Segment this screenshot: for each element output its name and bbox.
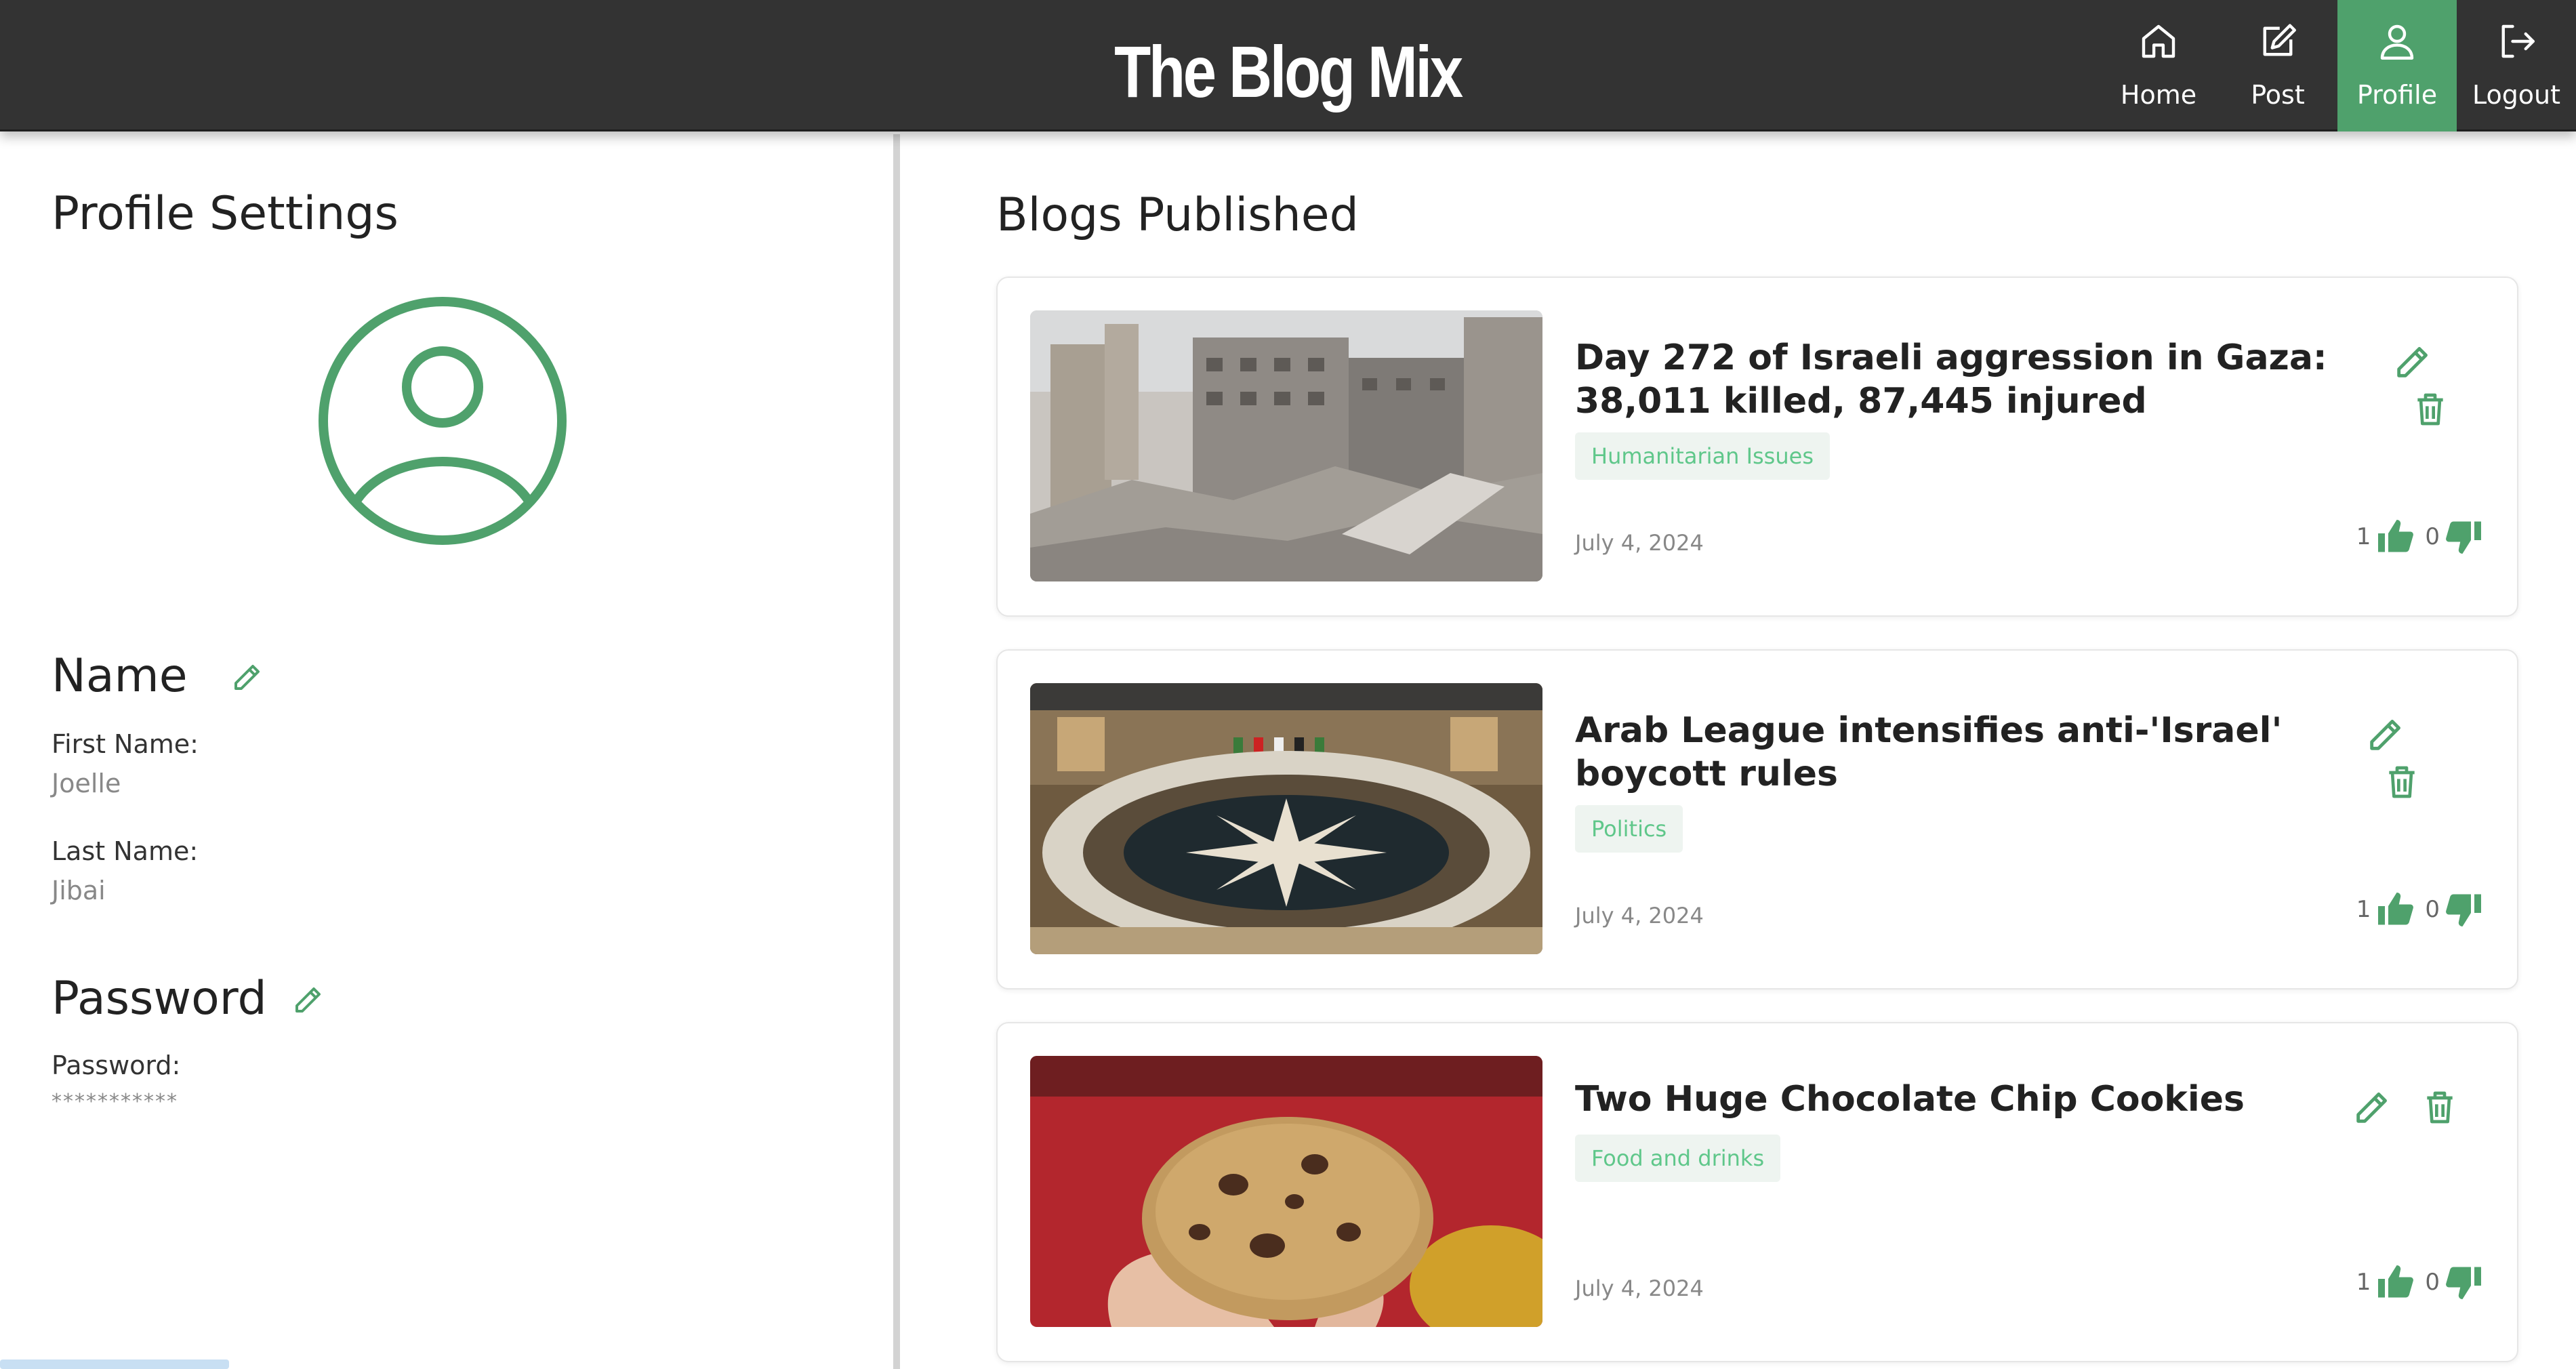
nav-post-label: Post xyxy=(2251,80,2305,110)
thumbs-down-icon[interactable] xyxy=(2444,516,2485,557)
blog-date: July 4, 2024 xyxy=(1575,903,1704,928)
password-value: *********** xyxy=(52,1090,178,1113)
nav-profile-label: Profile xyxy=(2356,80,2438,110)
scroll-indicator xyxy=(0,1360,229,1369)
dislike-count: 0 xyxy=(2425,896,2440,923)
logout-icon xyxy=(2501,24,2535,58)
nav-profile[interactable]: Profile xyxy=(2337,0,2457,131)
blog-image-cookie xyxy=(1030,1056,1542,1327)
blog-image-rubble xyxy=(1030,310,1542,581)
delete-blog-icon[interactable] xyxy=(2421,1088,2459,1126)
delete-blog-icon[interactable] xyxy=(2383,763,2421,801)
vote-bar: 1 0 xyxy=(2356,1262,2485,1303)
blog-date: July 4, 2024 xyxy=(1575,530,1704,556)
nav-post[interactable]: Post xyxy=(2218,0,2337,131)
like-count: 1 xyxy=(2356,896,2371,923)
first-name-label: First Name: xyxy=(52,729,199,759)
last-name-label: Last Name: xyxy=(52,836,199,866)
like-count: 1 xyxy=(2356,523,2371,550)
name-section-title: Name xyxy=(52,649,188,703)
edit-name-icon[interactable] xyxy=(230,661,263,694)
main-nav: Home Post Profile Logout xyxy=(2099,0,2576,131)
vote-bar: 1 0 xyxy=(2356,516,2485,557)
nav-logout-label: Logout xyxy=(2472,80,2561,110)
blog-card[interactable]: Arab League intensifies anti-'Israel' bo… xyxy=(996,649,2518,989)
thumbs-up-icon[interactable] xyxy=(2375,516,2415,557)
user-icon xyxy=(2380,24,2414,60)
thumbs-down-icon[interactable] xyxy=(2444,1262,2485,1303)
blog-title[interactable]: Day 272 of Israeli aggression in Gaza: 3… xyxy=(1575,336,2348,423)
blogs-published-title: Blogs Published xyxy=(996,188,1359,242)
nav-home[interactable]: Home xyxy=(2099,0,2218,131)
blog-title[interactable]: Two Huge Chocolate Chip Cookies xyxy=(1575,1078,2348,1121)
edit-blog-icon[interactable] xyxy=(2352,1088,2391,1128)
home-icon xyxy=(2142,24,2175,58)
thumbs-up-icon[interactable] xyxy=(2375,889,2415,930)
brand-logo[interactable]: The Blog Mix xyxy=(1010,24,1566,119)
delete-blog-icon[interactable] xyxy=(2411,390,2449,428)
blog-category-tag[interactable]: Humanitarian Issues xyxy=(1575,432,1830,480)
top-navbar: The Blog Mix Home Post Profile Logout xyxy=(0,0,2576,131)
blog-category-tag[interactable]: Food and drinks xyxy=(1575,1135,1781,1182)
like-count: 1 xyxy=(2356,1269,2371,1296)
last-name-value: Jibai xyxy=(52,876,106,905)
edit-password-icon[interactable] xyxy=(291,984,324,1017)
first-name-value: Joelle xyxy=(52,769,121,798)
dislike-count: 0 xyxy=(2425,1269,2440,1296)
blog-card[interactable]: Day 272 of Israeli aggression in Gaza: 3… xyxy=(996,277,2518,617)
password-section-title: Password xyxy=(52,972,267,1025)
profile-settings-title: Profile Settings xyxy=(52,187,398,241)
panel-divider xyxy=(893,134,900,1369)
blog-category-tag[interactable]: Politics xyxy=(1575,805,1683,853)
edit-blog-icon[interactable] xyxy=(2392,343,2432,382)
blog-card[interactable]: Two Huge Chocolate Chip Cookies Food and… xyxy=(996,1022,2518,1362)
thumbs-up-icon[interactable] xyxy=(2375,1262,2415,1303)
avatar-icon xyxy=(319,297,567,545)
nav-logout[interactable]: Logout xyxy=(2457,0,2576,131)
thumbs-down-icon[interactable] xyxy=(2444,889,2485,930)
blog-title[interactable]: Arab League intensifies anti-'Israel' bo… xyxy=(1575,709,2348,796)
blog-image-arab-league xyxy=(1030,683,1542,954)
blog-date: July 4, 2024 xyxy=(1575,1275,1704,1301)
password-label: Password: xyxy=(52,1050,181,1080)
dislike-count: 0 xyxy=(2425,523,2440,550)
nav-home-label: Home xyxy=(2120,80,2197,110)
edit-post-icon xyxy=(2263,24,2296,56)
vote-bar: 1 0 xyxy=(2356,889,2485,930)
edit-blog-icon[interactable] xyxy=(2365,716,2405,755)
profile-settings-panel: Profile Settings Name First Name: Joelle… xyxy=(0,134,893,1369)
